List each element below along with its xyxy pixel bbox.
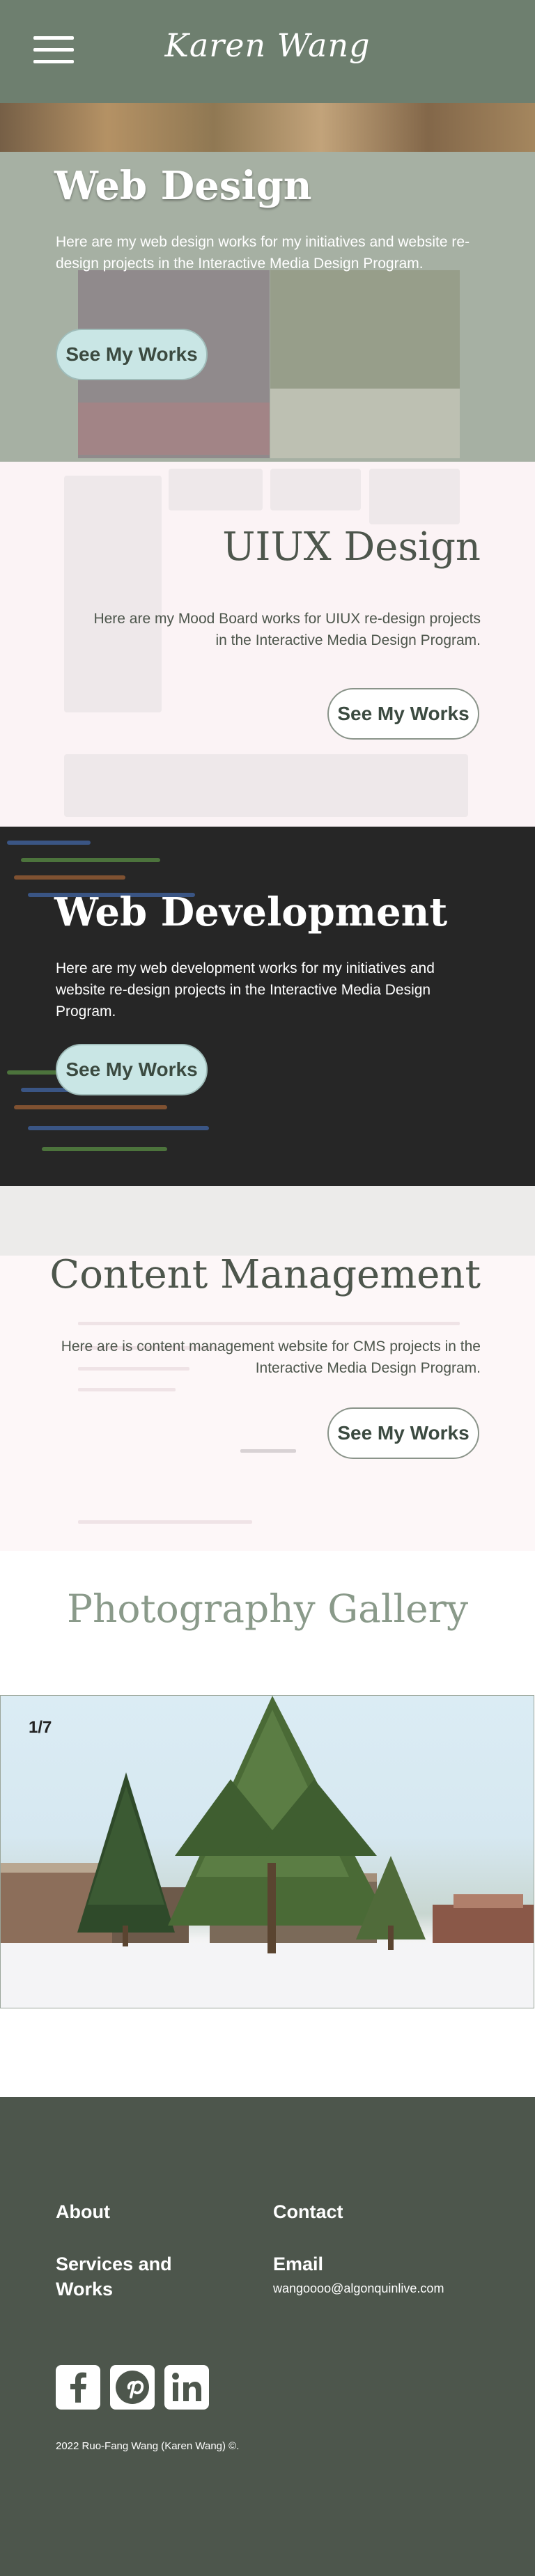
section-title: Web Design (54, 163, 312, 209)
footer-link-services[interactable]: Services and Works (56, 2251, 195, 2302)
photo-image (1, 1696, 534, 2008)
content-management-section: Content Management Here are is content m… (0, 1186, 535, 1551)
web-design-section: Web Design Here are my web design works … (0, 103, 535, 462)
uiux-design-section: UIUX Design Here are my Mood Board works… (0, 462, 535, 827)
see-my-works-button[interactable]: See My Works (56, 1044, 208, 1095)
site-header: Karen Wang (0, 0, 535, 103)
see-my-works-button[interactable]: See My Works (327, 688, 479, 740)
site-footer: About Contact Services and Works Email w… (0, 2097, 535, 2576)
pinterest-icon[interactable] (110, 2365, 155, 2410)
section-title: UIUX Design (222, 524, 481, 570)
gallery-photo[interactable]: 1/7 (0, 1695, 534, 2008)
see-my-works-button[interactable]: See My Works (327, 1407, 479, 1459)
see-my-works-button[interactable]: See My Works (56, 329, 208, 380)
footer-link-contact[interactable]: Contact (273, 2199, 343, 2224)
section-description: Here are my web design works for my init… (56, 234, 470, 272)
gallery-title: Photography Gallery (66, 1586, 469, 1631)
section-title: Content Management (49, 1252, 481, 1297)
section-description: Here are my web development works for my… (56, 960, 435, 1020)
footer-link-about[interactable]: About (56, 2199, 110, 2224)
slide-counter: 1/7 (29, 1718, 52, 1737)
footer-email[interactable]: wangoooo@algonquinlive.com (273, 2281, 444, 2296)
footer-email-label: Email (273, 2254, 324, 2274)
section-title: Web Development (54, 889, 448, 935)
site-logo[interactable]: Karen Wang (0, 26, 535, 64)
section-description: Here are is content management website f… (61, 1338, 481, 1376)
linkedin-icon[interactable] (164, 2365, 209, 2410)
web-development-section: Web Development Here are my web developm… (0, 827, 535, 1186)
background-image (0, 103, 535, 152)
copyright-text: 2022 Ruo-Fang Wang (Karen Wang) ©. (56, 2440, 240, 2452)
facebook-icon[interactable] (56, 2365, 100, 2410)
section-description: Here are my Mood Board works for UIUX re… (93, 611, 481, 648)
